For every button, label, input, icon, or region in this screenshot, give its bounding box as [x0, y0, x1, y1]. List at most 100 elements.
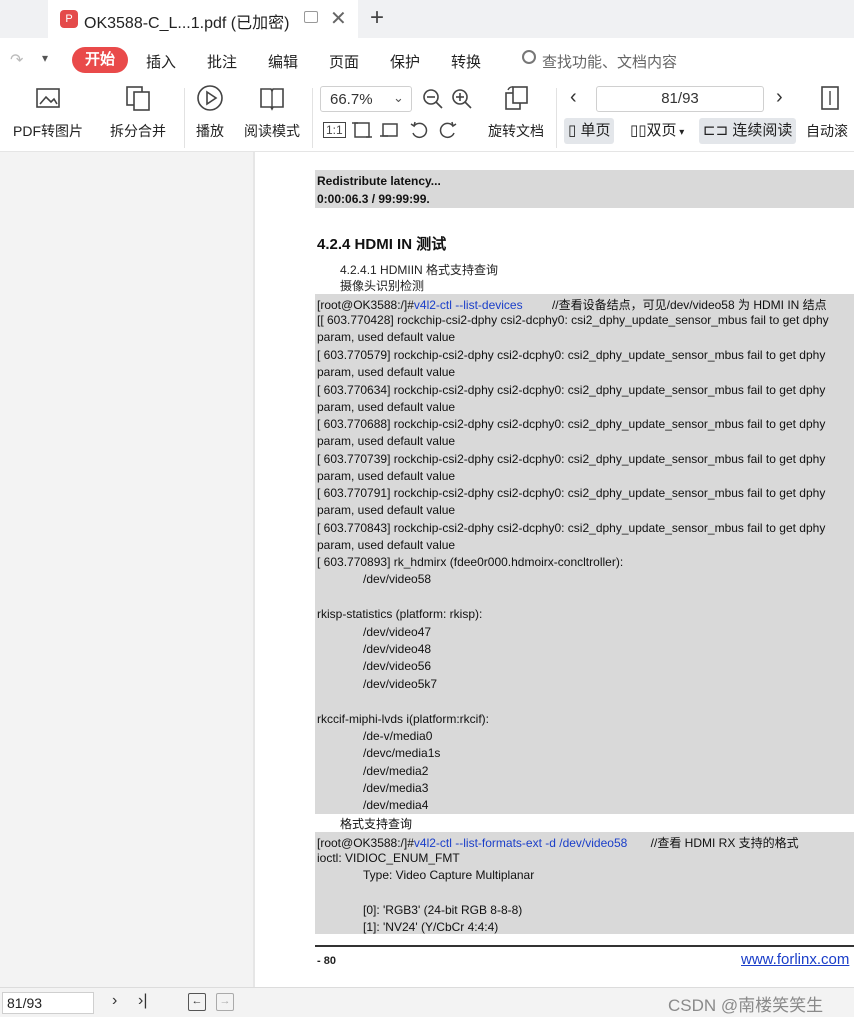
code-block: [root@OK3588:/]#v4l2-ctl --list-devices …: [315, 294, 854, 814]
log-line: [[ 603.770428] rockchip-csi2-dphy csi2-d…: [317, 313, 829, 327]
command: v4l2-ctl --list-formats-ext -d /dev/vide…: [413, 836, 628, 850]
pdf-page: Redistribute latency... 0:00:06.3 / 99:9…: [255, 152, 854, 987]
reading-mode-button[interactable]: 阅读模式: [240, 84, 304, 141]
fit-width-icon[interactable]: [380, 120, 400, 140]
subsection-heading: 4.2.4.1 HDMIIN 格式支持查询: [340, 263, 499, 277]
log-line: param, used default value: [317, 434, 456, 448]
menu-protect[interactable]: 保护: [390, 51, 420, 72]
auto-scroll-label: 自动滚: [806, 123, 848, 139]
search-input[interactable]: 查找功能、文档内容: [542, 51, 677, 72]
continuous-reading-icon: ⊏⊐: [703, 122, 729, 139]
auto-scroll-button[interactable]: 自动滚: [806, 84, 854, 141]
log-line: /dev/media4: [363, 798, 429, 812]
new-tab-button[interactable]: +: [370, 4, 384, 32]
back-icon[interactable]: ←: [188, 993, 206, 1011]
code-block: Redistribute latency... 0:00:06.3 / 99:9…: [315, 170, 854, 208]
prev-page-icon[interactable]: ‹: [570, 86, 577, 109]
double-page-button[interactable]: ▯▯双页 ▾: [626, 118, 688, 144]
log-line: /devc/media1s: [363, 746, 441, 760]
close-icon[interactable]: ✕: [330, 6, 347, 31]
section-heading: 4.2.4 HDMI IN 测试: [317, 236, 447, 253]
ribbon: ↷ ▾ 开始 插入 批注 编辑 页面 保护 转换 查找功能、文档内容 PDF转图…: [0, 38, 854, 152]
menu-start[interactable]: 开始: [72, 47, 128, 73]
redo-icon[interactable]: ↷: [10, 50, 23, 70]
code-block: [root@OK3588:/]#v4l2-ctl --list-formats-…: [315, 832, 854, 934]
log-line: param, used default value: [317, 365, 456, 379]
document-tab[interactable]: P OK3588-C_L...1.pdf (已加密) ✕: [48, 0, 358, 38]
continuous-reading-button[interactable]: ⊏⊐ 连续阅读: [699, 118, 797, 144]
tab-title: OK3588-C_L...1.pdf (已加密): [84, 15, 290, 32]
menu-page[interactable]: 页面: [329, 51, 359, 72]
subsection-note: 摄像头识别检测: [340, 279, 425, 293]
next-page-icon[interactable]: ›: [776, 86, 783, 109]
rotate-left-icon[interactable]: [409, 120, 429, 140]
pdf-icon: P: [60, 10, 78, 28]
book-icon: [260, 88, 284, 111]
next-page-icon[interactable]: ›: [112, 992, 117, 1010]
log-line: [0]: 'RGB3' (24-bit RGB 8-8-8): [363, 903, 523, 917]
zoom-select[interactable]: 66.7% ⌄: [320, 86, 412, 112]
menu-edit[interactable]: 编辑: [268, 51, 298, 72]
menu-insert[interactable]: 插入: [146, 51, 176, 72]
dropdown-icon[interactable]: ▾: [42, 51, 48, 65]
play-button[interactable]: 播放: [190, 84, 230, 141]
prompt: [root@OK3588:/]#: [317, 836, 414, 850]
last-page-icon[interactable]: ›|: [138, 992, 147, 1010]
log-line: param, used default value: [317, 330, 456, 344]
thumbnail-sidebar[interactable]: [0, 152, 253, 987]
log-line: /dev/video56: [363, 659, 432, 673]
split-merge-label: 拆分合并: [110, 123, 166, 139]
auto-scroll-icon: [821, 86, 839, 110]
log-line: /dev/video48: [363, 642, 432, 656]
pdf-to-image-label: PDF转图片: [13, 123, 83, 139]
separator: [556, 88, 557, 148]
log-line: [ 603.770791] rockchip-csi2-dphy csi2-dc…: [317, 486, 826, 500]
log-line: [ 603.770579] rockchip-csi2-dphy csi2-dc…: [317, 348, 826, 362]
menu-row: ↷ ▾ 开始 插入 批注 编辑 页面 保护 转换 查找功能、文档内容: [0, 38, 854, 82]
chevron-down-icon: ▾: [676, 127, 685, 138]
document-viewer[interactable]: Redistribute latency... 0:00:06.3 / 99:9…: [253, 152, 854, 987]
single-page-label: 单页: [580, 122, 611, 139]
tab-bar: P OK3588-C_L...1.pdf (已加密) ✕ +: [0, 0, 854, 38]
single-page-button[interactable]: ▯ 单页: [564, 118, 615, 144]
menu-convert[interactable]: 转换: [451, 51, 481, 72]
footer-divider: [315, 945, 854, 947]
watermark: CSDN @南楼笑笑生: [668, 996, 824, 1015]
page-number-input[interactable]: 81/93: [596, 86, 764, 112]
log-line: /dev/video47: [363, 625, 432, 639]
search-icon: [522, 50, 536, 64]
footer-page-number: - 80: [317, 955, 336, 967]
rotate-document-button[interactable]: 旋转文档: [484, 84, 548, 141]
log-line: /dev/media2: [363, 764, 429, 778]
image-icon: [36, 88, 60, 108]
zoom-value: 66.7%: [330, 91, 373, 108]
fit-page-icon[interactable]: [352, 120, 372, 140]
reading-mode-label: 阅读模式: [244, 123, 300, 139]
monitor-icon[interactable]: [304, 11, 318, 23]
actual-size-icon[interactable]: 1:1: [323, 122, 346, 138]
page-number-field[interactable]: 81/93: [2, 992, 94, 1014]
log-line: param, used default value: [317, 400, 456, 414]
command-comment: //查看设备结点，可见/dev/video58 为 HDMI IN 结点: [551, 298, 827, 312]
log-line: /dev/video58: [363, 572, 432, 586]
zoom-in-icon[interactable]: [451, 88, 473, 110]
log-line: /de-v/media0: [363, 729, 433, 743]
log-line: ioctl: VIDIOC_ENUM_FMT: [317, 851, 460, 865]
prompt: [root@OK3588:/]#: [317, 298, 414, 312]
menu-annotate[interactable]: 批注: [207, 51, 237, 72]
copy-icon: [126, 86, 150, 111]
log-line: [ 603.770634] rockchip-csi2-dphy csi2-dc…: [317, 383, 826, 397]
footer-link[interactable]: www.forlinx.com: [741, 951, 849, 968]
log-line: [ 603.770893] rk_hdmirx (fdee0r000.hdmoi…: [317, 555, 624, 569]
log-line: Type: Video Capture Multiplanar: [363, 868, 535, 882]
play-label: 播放: [196, 123, 224, 139]
rotate-right-icon[interactable]: [438, 120, 458, 140]
pdf-to-image-button[interactable]: PDF转图片: [10, 84, 86, 141]
command-line: [root@OK3588:/]#v4l2-ctl --list-formats-…: [317, 834, 799, 851]
log-line: param, used default value: [317, 469, 456, 483]
log-line: rkccif-miphi-lvds i(platform:rkcif):: [317, 712, 490, 726]
zoom-out-icon[interactable]: [422, 88, 444, 110]
forward-icon[interactable]: →: [216, 993, 234, 1011]
log-line: [ 603.770739] rockchip-csi2-dphy csi2-dc…: [317, 452, 826, 466]
split-merge-button[interactable]: 拆分合并: [100, 84, 176, 141]
